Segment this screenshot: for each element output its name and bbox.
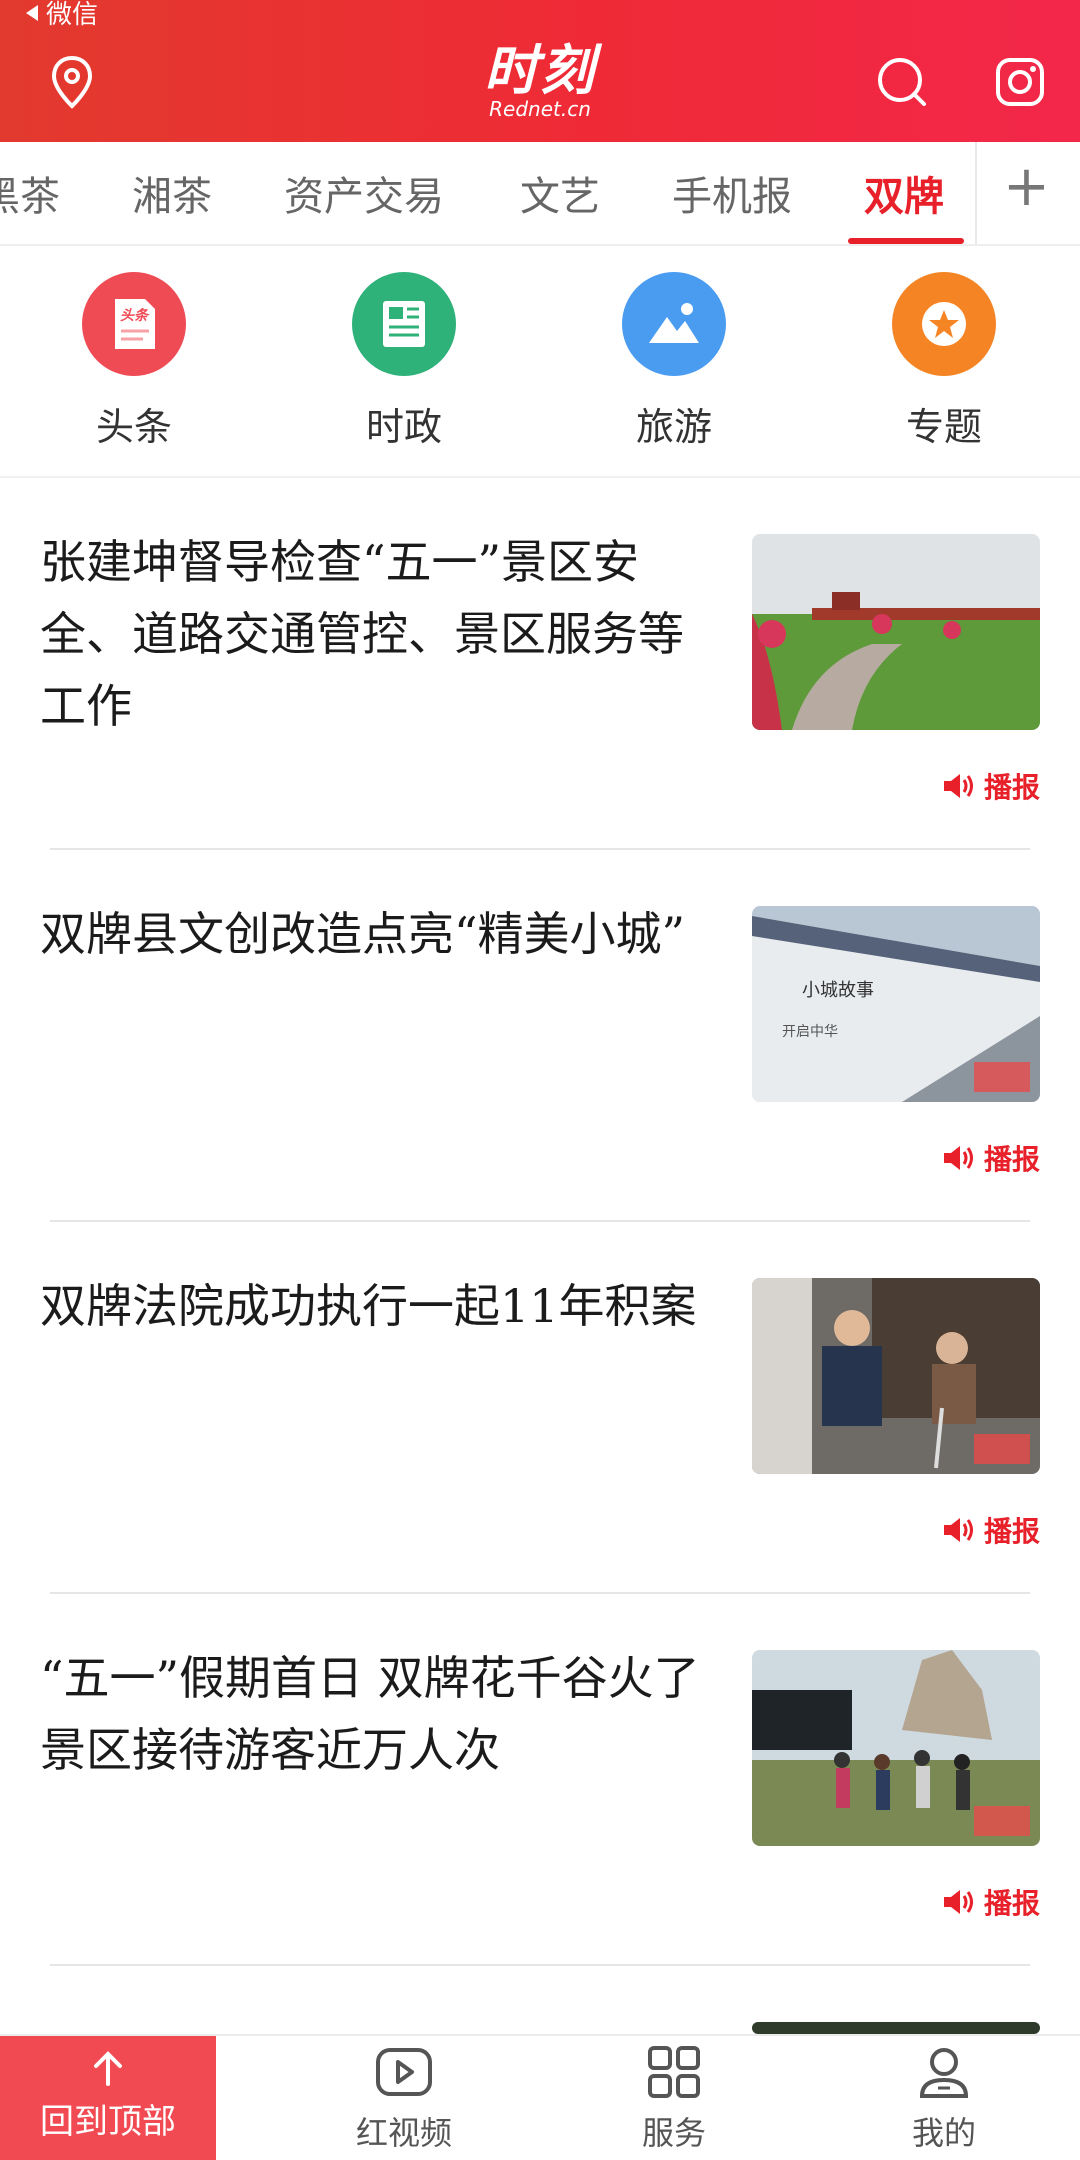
back-to-top-label: 回到顶部 [40,2102,176,2142]
tab-mobile-paper[interactable]: 手机报 [672,164,792,222]
svg-text:开启中华: 开启中华 [782,1024,838,1040]
news-item[interactable]: 张建坤督导检查“五一”景区安全、道路交通管控、景区服务等工作 播报 [0,478,1080,850]
camera-icon[interactable] [990,52,1050,112]
logo-english: Rednet.cn [489,97,591,121]
nav-red-video-label: 红视频 [355,2114,452,2152]
broadcast-label: 播报 [983,1515,1040,1548]
profile-icon [919,2048,969,2098]
broadcast-button[interactable]: 播报 [942,1882,1040,1922]
tab-shuangpai[interactable]: 双牌 [864,164,944,222]
tab-heicha[interactable]: 黑茶 [0,164,60,222]
back-to-wechat-label: 微信 [46,0,99,30]
news-item[interactable]: 双牌法院成功执行一起11年积案 播报 [0,1222,1080,1594]
tab-asset-trading[interactable]: 资产交易 [284,164,444,222]
nav-service[interactable]: 服务 [584,2044,764,2154]
news-thumbnail-city-wall[interactable]: 小城故事 开启中华 [752,906,1040,1102]
speaker-icon [943,774,973,798]
news-title[interactable]: “五一”假期首日 双牌花千谷火了 景区接待游客近万人次 [40,1642,720,1786]
back-arrow-icon [26,4,38,21]
news-item[interactable]: 双牌县文创改造点亮“精美小城” 小城故事 开启中华 播报 [0,850,1080,1222]
quick-link-politics[interactable]: 时政 [324,272,484,451]
location-pin-icon[interactable] [42,52,102,112]
quick-link-headline[interactable]: 头条 头条 [54,272,214,451]
broadcast-label: 播报 [983,1143,1040,1176]
news-title[interactable]: 双牌法院成功执行一起11年积案 [40,1270,720,1342]
bottom-navigation: 回到顶部 红视频 服务 我的 [0,2034,1080,2160]
quick-link-special[interactable]: 专题 [864,272,1024,451]
headline-icon-text: 头条 [120,307,150,324]
quick-link-travel[interactable]: 旅游 [594,272,754,451]
logo-chinese: 时刻 [484,38,596,102]
grid-service-icon [648,2046,700,2098]
top-header: 微信 时刻 Rednet.cn [0,0,1080,142]
news-thumbnail-park[interactable] [752,534,1040,730]
app-logo: 时刻 Rednet.cn [470,38,610,121]
nav-red-video[interactable]: 红视频 [314,2044,494,2154]
quick-link-label: 头条 [95,405,172,449]
quick-link-label: 旅游 [635,405,712,449]
broadcast-button[interactable]: 播报 [942,1510,1040,1550]
back-to-top-button[interactable]: 回到顶部 [0,2036,216,2160]
broadcast-label: 播报 [983,771,1040,804]
broadcast-button[interactable]: 播报 [942,766,1040,806]
speaker-icon [943,1146,973,1170]
video-play-icon [376,2048,432,2096]
nav-mine[interactable]: 我的 [854,2044,1034,2154]
travel-landscape-icon [622,272,726,376]
quick-links: 头条 头条 时政 旅游 专题 [0,246,1080,478]
tab-xiangcha[interactable]: 湘茶 [132,164,212,222]
quick-link-label: 时政 [365,405,442,449]
app-page: 微信 时刻 Rednet.cn 黑茶 [0,0,1080,2160]
back-to-wechat[interactable]: 微信 [26,0,98,31]
svg-text:小城故事: 小城故事 [802,980,874,1001]
speaker-icon [943,1890,973,1914]
up-arrow-icon [0,2046,216,2102]
news-item[interactable]: “五一”假期首日 双牌花千谷火了 景区接待游客近万人次 播报 [0,1594,1080,1966]
news-thumbnail-court-visit[interactable] [752,1278,1040,1474]
news-thumbnail-partial[interactable] [752,2022,1040,2034]
tabs-divider [975,142,977,244]
speaker-icon [943,1518,973,1542]
broadcast-label: 播报 [983,1887,1040,1920]
news-title[interactable]: 张建坤督导检查“五一”景区安全、道路交通管控、景区服务等工作 [40,526,720,742]
tab-arts[interactable]: 文艺 [520,164,600,222]
nav-mine-label: 我的 [911,2114,976,2152]
add-channel-button[interactable]: + [1003,154,1050,219]
active-tab-indicator [848,238,964,244]
news-title[interactable]: 双牌县文创改造点亮“精美小城” [40,898,720,970]
broadcast-button[interactable]: 播报 [942,1138,1040,1178]
news-divider [50,1964,1030,1966]
news-thumbnail-tourists[interactable] [752,1650,1040,1846]
special-topic-star-icon [892,272,996,376]
search-icon[interactable] [872,52,932,112]
politics-news-icon [352,272,456,376]
quick-link-label: 专题 [905,405,982,449]
headline-icon: 头条 [82,272,186,376]
channel-tabs: 黑茶 湘茶 资产交易 文艺 手机报 双牌 + [0,142,1080,246]
nav-service-label: 服务 [641,2114,706,2152]
